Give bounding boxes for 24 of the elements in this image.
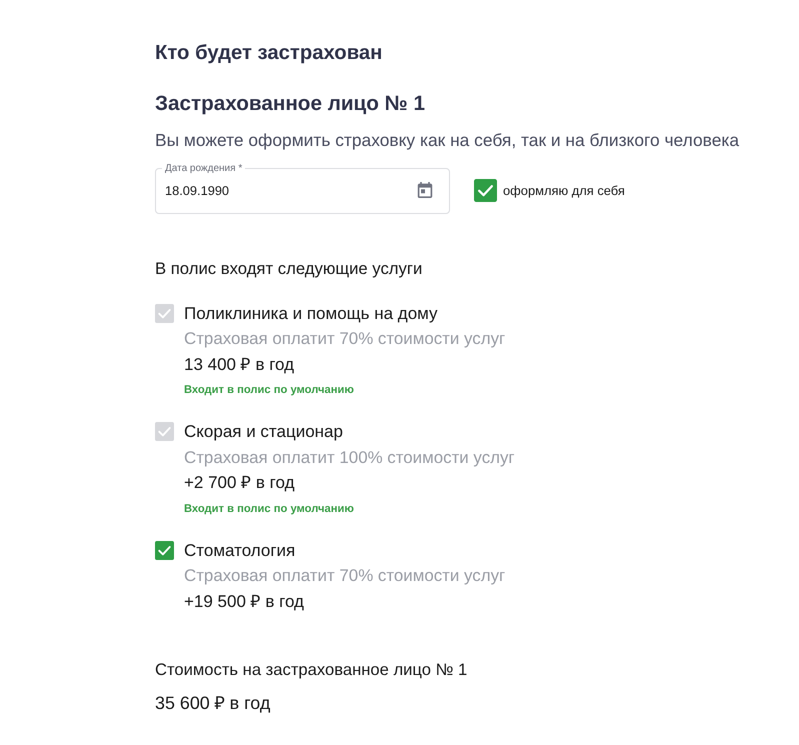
service-price: +19 500 ₽ в год: [184, 590, 304, 612]
coverage-text: Страховая оплатит 70% стоимости услуг: [184, 565, 506, 587]
default-note: Входит в полис по умолчанию: [184, 383, 354, 398]
coverage-text: Страховая оплатит 100% стоимости услуг: [184, 446, 515, 468]
checkbox[interactable]: [474, 179, 497, 202]
checkbox[interactable]: [155, 540, 174, 560]
default-note: Входит в полис по умолчанию: [184, 502, 354, 516]
total-price: 35 600 ₽ в год: [155, 692, 270, 715]
service-name: Стоматология: [184, 540, 296, 562]
services-heading: В полис входят следующие услуги: [155, 258, 422, 280]
service-price: 13 400 ₽ в год: [184, 354, 294, 376]
service-name: Скорая и стационар: [184, 421, 343, 443]
field-value: 18.09.1990: [165, 182, 230, 198]
service-price: +2 700 ₽ в год: [184, 472, 294, 494]
coverage-text: Страховая оплатит 70% стоимости услуг: [184, 328, 506, 350]
field-label: Дата рождения *: [162, 162, 246, 174]
checkbox-label[interactable]: оформляю для себя: [503, 183, 625, 198]
section-title: Кто будет застрахован: [155, 41, 382, 66]
insured-person-title: Застрахованное лицо № 1: [155, 91, 425, 117]
birth-date-field[interactable]: Дата рождения * 18.09.1990: [155, 162, 450, 214]
description-text: Вы можете оформить страховку как на себя, так и на близкого человека: [155, 129, 740, 152]
calendar-icon[interactable]: [417, 182, 433, 198]
total-label: Стоимость на застрахованное лицо № 1: [155, 659, 468, 681]
service-name: Поликлиника и помощь на дому: [184, 302, 438, 324]
